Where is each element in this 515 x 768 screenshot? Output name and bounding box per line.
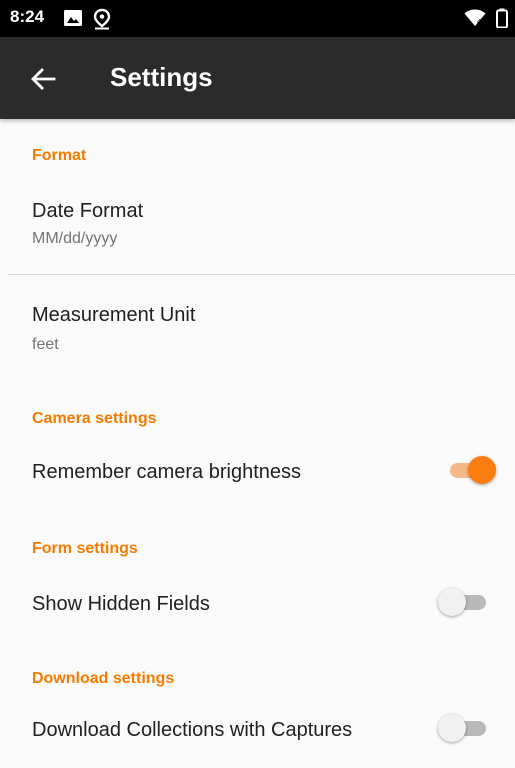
battery-icon bbox=[496, 8, 508, 33]
image-icon bbox=[63, 8, 83, 33]
pref-download-collections[interactable]: Download Collections with Captures bbox=[0, 706, 515, 758]
wifi-icon: 4 bbox=[464, 9, 486, 32]
pref-remember-camera-brightness[interactable]: Remember camera brightness bbox=[0, 445, 515, 497]
switch-thumb bbox=[438, 588, 466, 616]
pref-summary: MM/dd/yyyy bbox=[32, 230, 118, 247]
pref-title: Show Hidden Fields bbox=[32, 593, 210, 615]
pref-show-hidden-fields[interactable]: Show Hidden Fields bbox=[0, 577, 515, 629]
location-icon bbox=[92, 8, 112, 35]
section-header-form: Form settings bbox=[32, 540, 138, 557]
switch-thumb bbox=[438, 714, 466, 742]
divider bbox=[8, 274, 515, 275]
status-bar: 8:24 4 bbox=[0, 0, 515, 37]
section-header-download: Download settings bbox=[32, 670, 175, 687]
pref-title: Date Format bbox=[32, 200, 144, 222]
section-header-camera: Camera settings bbox=[32, 410, 157, 427]
show-hidden-fields-toggle[interactable] bbox=[438, 588, 486, 616]
svg-text:4: 4 bbox=[477, 18, 482, 26]
download-collections-toggle[interactable] bbox=[438, 714, 486, 742]
pref-title: Measurement Unit bbox=[32, 304, 196, 326]
pref-measurement-unit[interactable]: Measurement Unit feet bbox=[0, 285, 515, 375]
page-title: Settings bbox=[110, 62, 213, 92]
switch-thumb bbox=[468, 456, 496, 484]
pref-title: Remember camera brightness bbox=[32, 461, 301, 483]
arrow-back-icon[interactable] bbox=[28, 64, 58, 94]
pref-summary: feet bbox=[32, 336, 59, 353]
status-time: 8:24 bbox=[10, 7, 45, 26]
settings-screen: 8:24 4 Settings Format Date Format MM/dd… bbox=[0, 0, 515, 768]
section-header-format: Format bbox=[32, 147, 87, 164]
pref-date-format[interactable]: Date Format MM/dd/yyyy bbox=[0, 185, 515, 273]
pref-title: Download Collections with Captures bbox=[32, 719, 353, 741]
app-bar: Settings bbox=[0, 37, 515, 119]
remember-brightness-toggle[interactable] bbox=[450, 456, 496, 484]
